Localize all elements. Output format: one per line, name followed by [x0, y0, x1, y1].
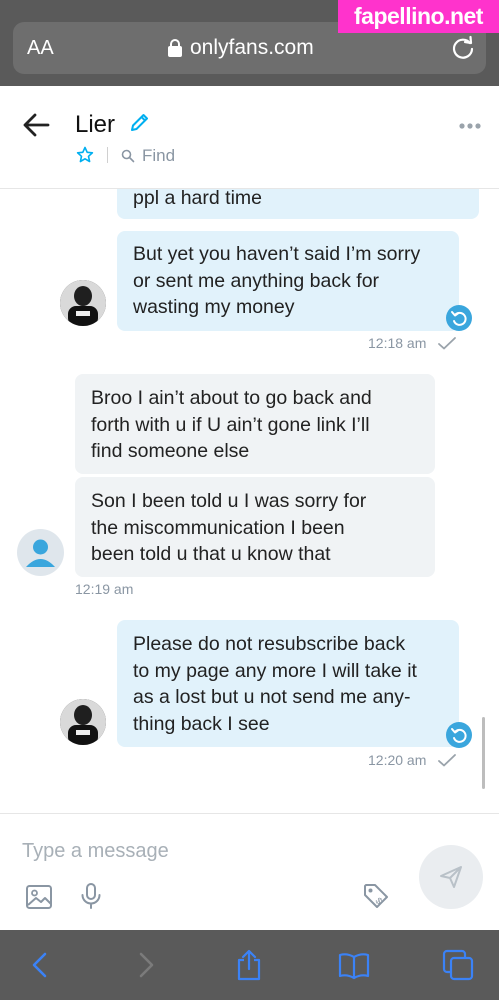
- chat-header: Lier Find: [0, 86, 499, 189]
- reader-settings-button[interactable]: AA: [27, 37, 54, 60]
- incoming-message[interactable]: Broo I ain’t about to go back and forth …: [75, 374, 435, 474]
- microphone-icon[interactable]: [77, 882, 105, 910]
- incoming-message[interactable]: Son I been told u I was sorry for the mi…: [75, 477, 435, 577]
- find-button[interactable]: Find: [121, 146, 175, 166]
- find-label: Find: [142, 146, 176, 165]
- price-tag-icon[interactable]: $: [362, 882, 390, 910]
- message-timestamp: 12:19 am: [75, 581, 134, 597]
- share-icon[interactable]: [232, 948, 266, 982]
- undo-icon[interactable]: [446, 305, 472, 331]
- send-button[interactable]: [419, 845, 483, 909]
- back-arrow-icon[interactable]: [24, 948, 58, 982]
- undo-icon[interactable]: [446, 722, 472, 748]
- url-display[interactable]: onlyfans.com: [168, 35, 314, 61]
- message-timestamp: 12:20 am: [368, 752, 427, 768]
- tabs-icon[interactable]: [441, 948, 475, 982]
- outgoing-message[interactable]: Please do not resubscribe back to my pag…: [117, 620, 459, 747]
- reload-icon[interactable]: [450, 34, 476, 60]
- header-divider: [107, 147, 108, 163]
- default-avatar-icon: [26, 539, 55, 567]
- sender-avatar[interactable]: [60, 699, 106, 745]
- outgoing-message[interactable]: ppl a hard time: [117, 189, 479, 219]
- user-photo: [60, 699, 106, 745]
- send-icon: [440, 866, 462, 888]
- watermark-logo: fapellino.net: [338, 0, 499, 33]
- check-icon: [438, 337, 456, 350]
- url-text: onlyfans.com: [190, 36, 314, 59]
- message-input[interactable]: [22, 837, 402, 865]
- message-composer: $: [0, 813, 499, 930]
- lock-icon: [168, 39, 182, 57]
- scrollbar[interactable]: [482, 717, 485, 789]
- star-icon[interactable]: [76, 146, 94, 164]
- user-photo: [60, 280, 106, 326]
- contact-avatar[interactable]: [17, 529, 64, 576]
- chat-title: Lier: [75, 111, 116, 138]
- browser-bottom-toolbar: [0, 930, 499, 1000]
- sender-avatar[interactable]: [60, 280, 106, 326]
- forward-arrow-icon[interactable]: [128, 948, 162, 982]
- image-icon[interactable]: [25, 883, 53, 911]
- more-options-icon[interactable]: [458, 122, 482, 130]
- search-icon: [121, 149, 135, 163]
- pencil-icon[interactable]: [128, 112, 150, 134]
- book-icon[interactable]: [337, 948, 371, 982]
- message-timestamp: 12:18 am: [368, 335, 427, 351]
- message-list[interactable]: ppl a hard time But yet you haven’t said…: [0, 189, 499, 813]
- check-icon: [438, 754, 456, 767]
- outgoing-message[interactable]: But yet you haven’t said I’m sorry or se…: [117, 231, 459, 331]
- back-arrow-icon[interactable]: [22, 112, 50, 138]
